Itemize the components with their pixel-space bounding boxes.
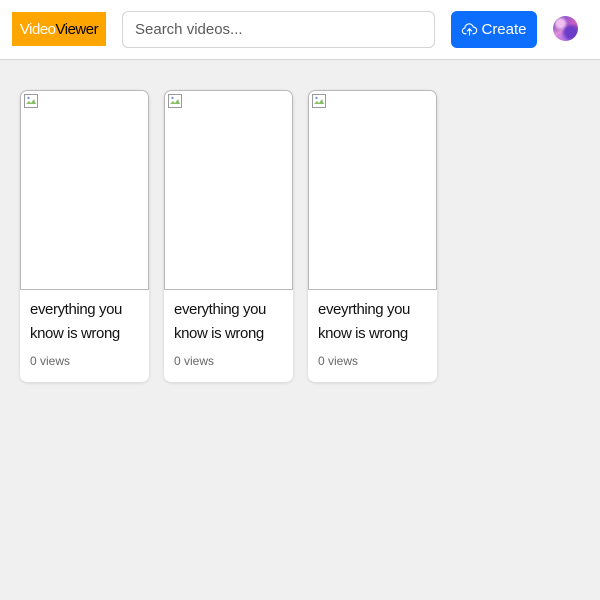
video-thumbnail[interactable] — [164, 90, 293, 290]
video-card[interactable]: everything you know is wrong 0 views — [20, 90, 149, 382]
create-button[interactable]: Create — [451, 11, 537, 48]
broken-image-icon — [24, 94, 38, 108]
video-title[interactable]: eveyrthing you know is wrong — [318, 298, 430, 346]
video-thumbnail[interactable] — [20, 90, 149, 290]
user-avatar[interactable] — [553, 16, 578, 41]
create-button-label: Create — [481, 21, 527, 38]
video-views: 0 views — [174, 354, 215, 368]
video-views: 0 views — [318, 354, 359, 368]
video-title[interactable]: everything you know is wrong — [30, 298, 142, 346]
video-views: 0 views — [30, 354, 71, 368]
logo-text-video: Video — [19, 20, 56, 38]
video-thumbnail[interactable] — [308, 90, 437, 290]
video-card[interactable]: eveyrthing you know is wrong 0 views — [308, 90, 437, 382]
cloud-upload-icon — [462, 23, 478, 36]
broken-image-icon — [168, 94, 182, 108]
top-navbar: VideoViewer Create — [0, 0, 600, 60]
search-input[interactable] — [122, 11, 435, 48]
video-title[interactable]: everything you know is wrong — [174, 298, 286, 346]
video-card[interactable]: everything you know is wrong 0 views — [164, 90, 293, 382]
logo-link[interactable]: Video Viewer — [12, 12, 106, 46]
logo-text-viewer: Viewer — [55, 20, 99, 38]
broken-image-icon — [312, 94, 326, 108]
